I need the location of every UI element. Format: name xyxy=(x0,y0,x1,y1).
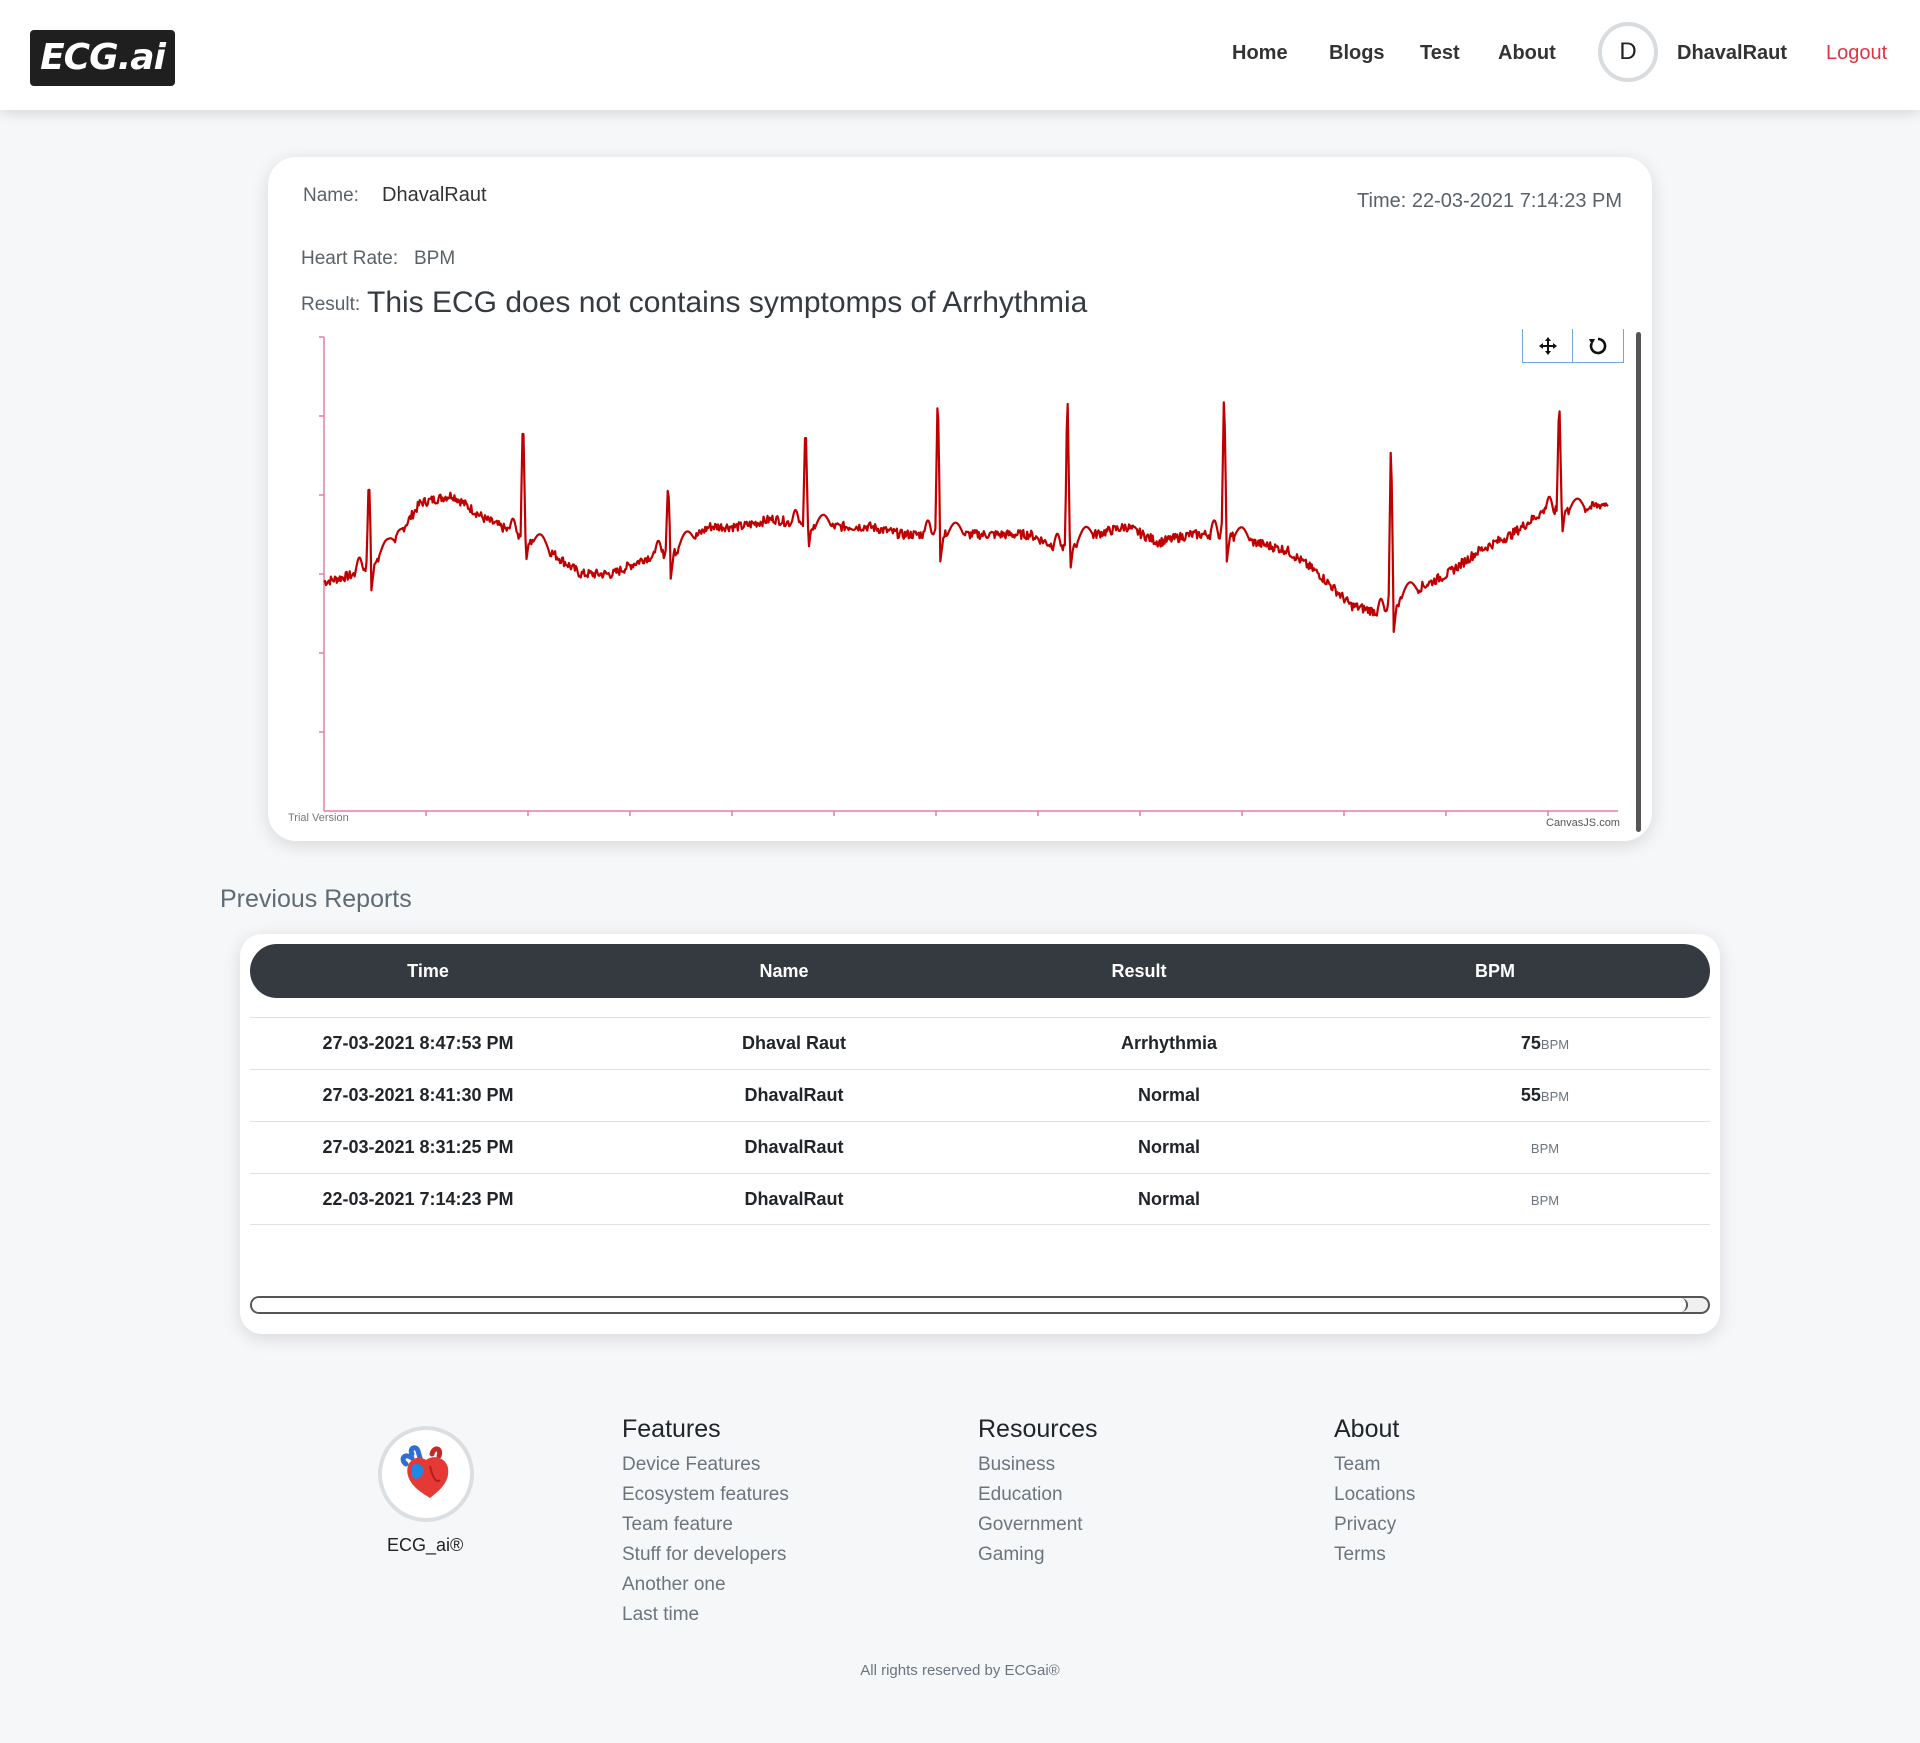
heart-icon xyxy=(400,1445,449,1498)
pan-icon xyxy=(1538,336,1557,355)
footer-link[interactable]: Stuff for developers xyxy=(622,1540,789,1570)
table-header: Time Name Result BPM xyxy=(250,944,1710,998)
footer-logo-text: ECG_ai® xyxy=(387,1535,464,1555)
ecg-series-line xyxy=(323,401,1609,633)
footer-link[interactable]: Ecosystem features xyxy=(622,1480,789,1510)
column-header-result[interactable]: Result xyxy=(1111,961,1166,982)
cell-name: DhavalRaut xyxy=(744,1137,844,1157)
cell-result: Normal xyxy=(1137,1137,1201,1157)
bpm-unit: BPM xyxy=(1530,1193,1560,1208)
footer-link[interactable]: Locations xyxy=(1334,1480,1415,1510)
reports-table: Time Name Result BPM 27-03-2021 8:47:53 … xyxy=(240,934,1720,1334)
table-horizontal-scrollbar[interactable] xyxy=(250,1296,1710,1314)
cell-time: 27-03-2021 8:47:53 PM xyxy=(322,1033,514,1053)
footer-about-column: About Team Locations Privacy Terms xyxy=(1334,1415,1415,1570)
column-header-bpm[interactable]: BPM xyxy=(1475,961,1515,982)
navbar: ECG.ai Home Blogs Test About D DhavalRau… xyxy=(0,0,1920,110)
footer-link[interactable]: Education xyxy=(978,1480,1098,1510)
canvasjs-watermark[interactable]: CanvasJS.com xyxy=(1546,817,1620,829)
cell-result: Arrhythmia xyxy=(1120,1033,1218,1053)
name-value: DhavalRaut xyxy=(382,184,487,206)
table-row[interactable]: 27-03-2021 8:47:53 PM Dhaval Raut Arrhyt… xyxy=(250,1017,1710,1069)
table-row[interactable]: 27-03-2021 8:31:25 PM DhavalRaut Normal … xyxy=(250,1121,1710,1173)
cell-time: 22-03-2021 7:14:23 PM xyxy=(322,1189,514,1209)
previous-reports-title: Previous Reports xyxy=(220,885,412,913)
footer-link[interactable]: Gaming xyxy=(978,1540,1098,1570)
cell-name: Dhaval Raut xyxy=(741,1033,847,1053)
reset-icon xyxy=(1589,337,1607,354)
brand-logo[interactable]: ECG.ai xyxy=(30,30,175,86)
footer-heading: Features xyxy=(622,1415,721,1443)
pan-button[interactable] xyxy=(1523,329,1574,362)
footer-link[interactable]: Terms xyxy=(1334,1540,1415,1570)
bpm-value: 55 xyxy=(1520,1085,1541,1105)
footer-link[interactable]: Government xyxy=(978,1510,1098,1540)
bpm-unit: BPM xyxy=(1540,1037,1570,1052)
cell-bpm: BPM xyxy=(1531,1137,1559,1158)
scrollbar-thumb[interactable] xyxy=(252,1298,1688,1312)
footer-features-column: Features Device Features Ecosystem featu… xyxy=(622,1415,789,1630)
footer-logo[interactable] xyxy=(378,1426,474,1522)
cell-name: DhavalRaut xyxy=(744,1085,844,1105)
avatar[interactable]: D xyxy=(1598,22,1658,82)
nav-test[interactable]: Test xyxy=(1420,42,1460,65)
trial-watermark: Trial Version xyxy=(288,812,349,824)
column-header-name[interactable]: Name xyxy=(759,961,808,982)
reset-button[interactable] xyxy=(1573,329,1623,362)
nav-about[interactable]: About xyxy=(1498,42,1556,65)
name-label: Name: xyxy=(303,185,359,206)
cell-bpm: 55BPM xyxy=(1521,1085,1569,1106)
footer-link[interactable]: Another one xyxy=(622,1570,789,1600)
footer-link[interactable]: Privacy xyxy=(1334,1510,1415,1540)
cell-time: 27-03-2021 8:31:25 PM xyxy=(322,1137,514,1157)
footer-link[interactable]: Team xyxy=(1334,1450,1415,1480)
chart-axes xyxy=(319,336,1618,816)
footer-link[interactable]: Last time xyxy=(622,1600,789,1630)
table-row[interactable]: 22-03-2021 7:14:23 PM DhavalRaut Normal … xyxy=(250,1173,1710,1225)
nav-blogs[interactable]: Blogs xyxy=(1329,42,1385,65)
cell-result: Normal xyxy=(1137,1189,1201,1209)
cell-bpm: 75BPM xyxy=(1521,1033,1569,1054)
table-row[interactable]: 27-03-2021 8:41:30 PM DhavalRaut Normal … xyxy=(250,1069,1710,1121)
result-label: Result: xyxy=(301,294,361,315)
cell-name: DhavalRaut xyxy=(744,1189,844,1209)
footer-resources-column: Resources Business Education Government … xyxy=(978,1415,1098,1570)
footer-link[interactable]: Team feature xyxy=(622,1510,789,1540)
cell-time: 27-03-2021 8:41:30 PM xyxy=(322,1085,514,1105)
bpm-unit: BPM xyxy=(1530,1141,1560,1156)
logout-link[interactable]: Logout xyxy=(1826,42,1887,65)
heart-rate-value: BPM xyxy=(414,248,456,269)
footer-link[interactable]: Business xyxy=(978,1450,1098,1480)
copyright: All rights reserved by ECGai® xyxy=(860,1662,1060,1679)
report-time: Time: 22-03-2021 7:14:23 PM xyxy=(1357,190,1622,212)
nav-username[interactable]: DhavalRaut xyxy=(1677,42,1787,65)
report-card: Name: DhavalRaut Time: 22-03-2021 7:14:2… xyxy=(268,157,1652,841)
ecg-chart-svg: Trial Version CanvasJS.com xyxy=(288,336,1620,829)
nav-home[interactable]: Home xyxy=(1232,42,1288,65)
chart-toolbar xyxy=(1522,329,1624,363)
result-value: This ECG does not contains symptomps of … xyxy=(367,286,1088,319)
heart-rate-label: Heart Rate: xyxy=(301,248,399,269)
footer-heading: Resources xyxy=(978,1415,1098,1443)
cell-bpm: BPM xyxy=(1531,1189,1559,1210)
bpm-unit: BPM xyxy=(1540,1089,1570,1104)
column-header-time[interactable]: Time xyxy=(407,961,449,982)
ecg-chart[interactable]: Trial Version CanvasJS.com xyxy=(288,327,1628,831)
footer-link[interactable]: Device Features xyxy=(622,1450,789,1480)
cell-result: Normal xyxy=(1137,1085,1201,1105)
bpm-value: 75 xyxy=(1520,1033,1541,1053)
chart-scrollbar[interactable] xyxy=(1636,332,1641,832)
footer-heading: About xyxy=(1334,1415,1400,1443)
